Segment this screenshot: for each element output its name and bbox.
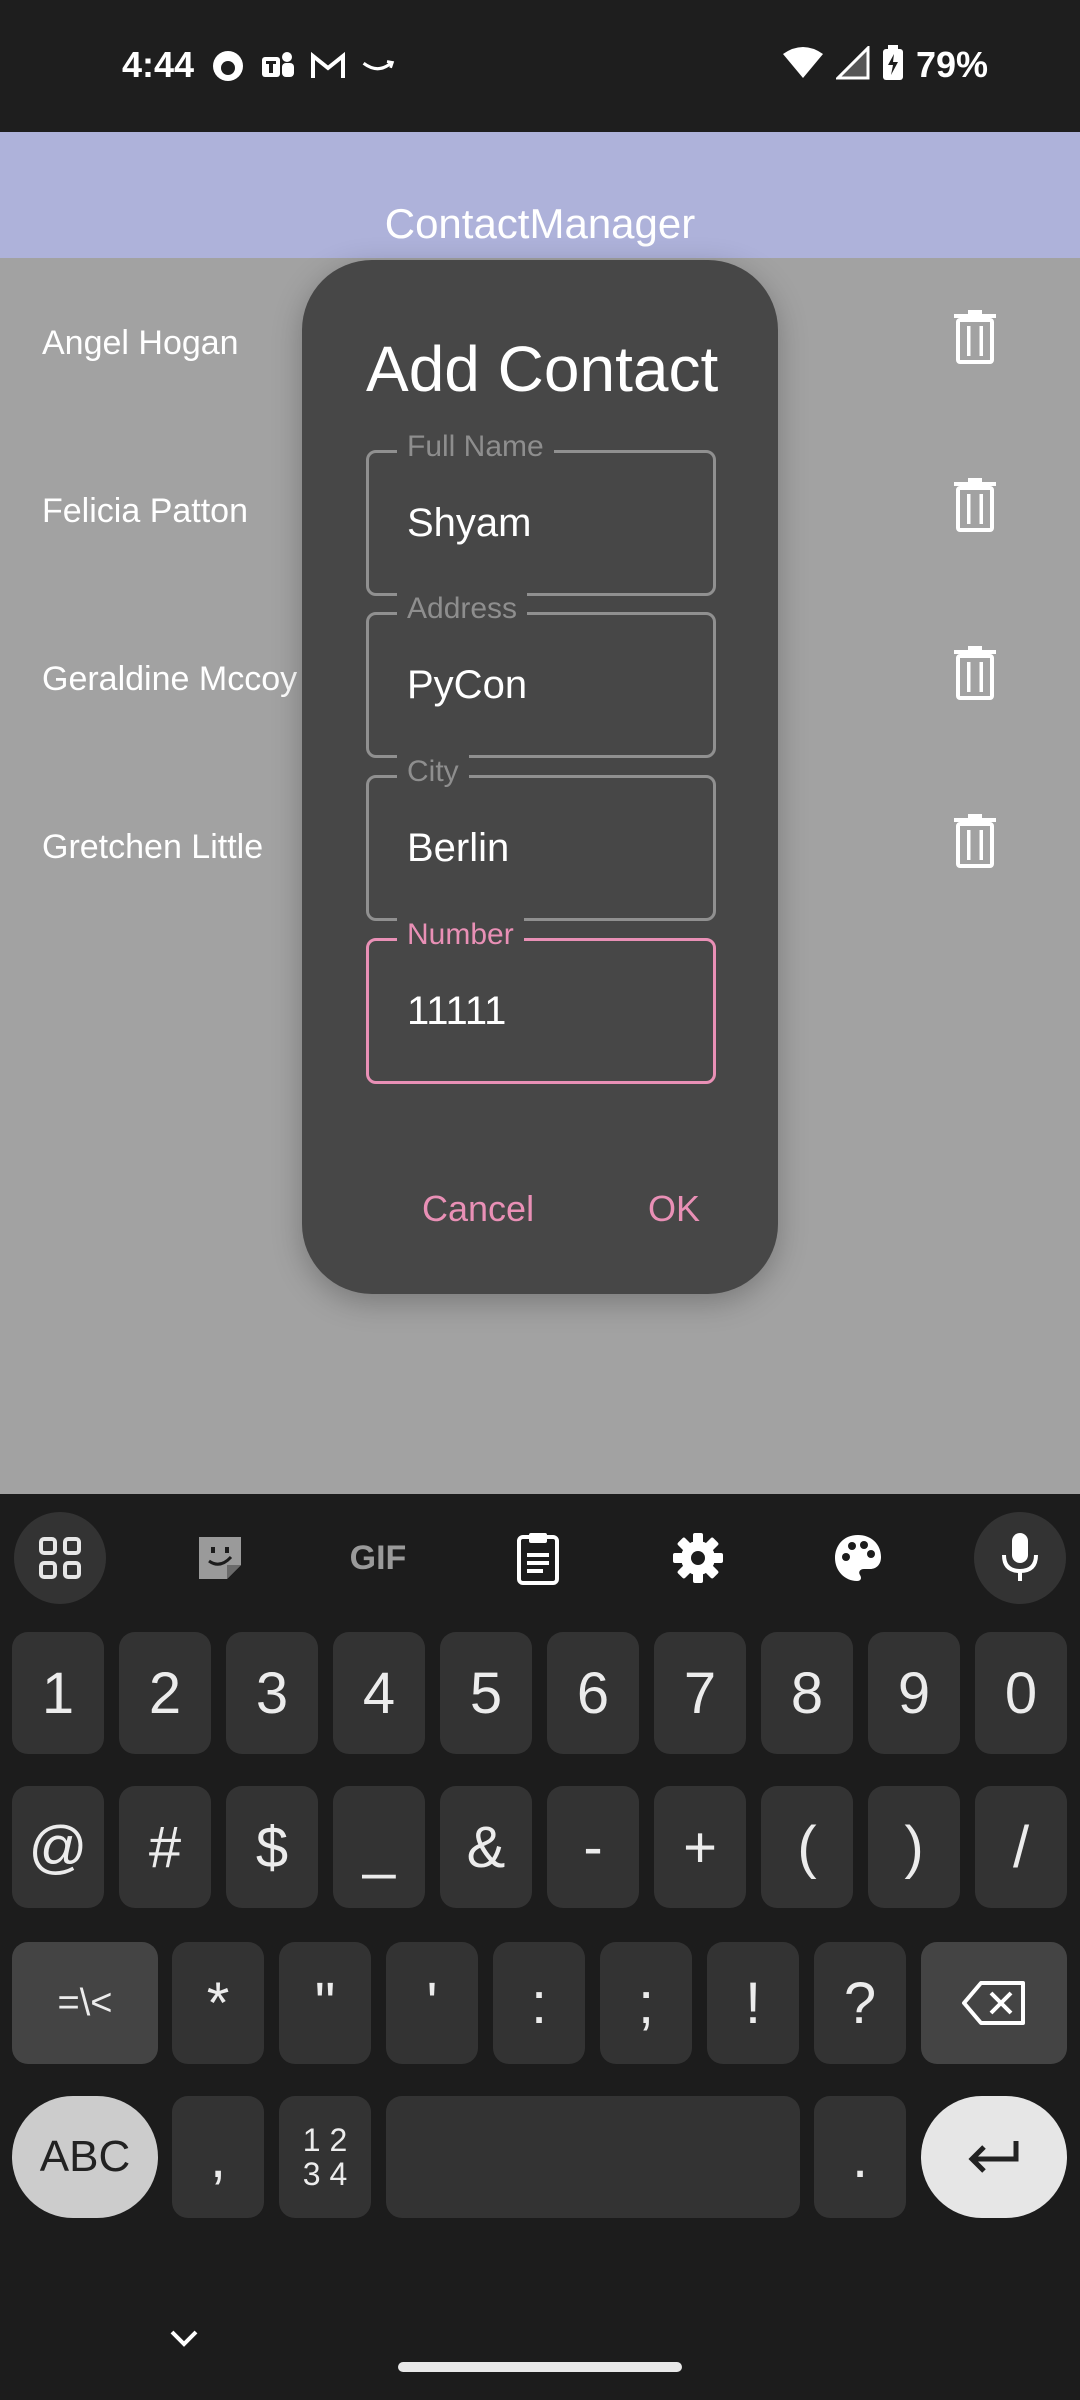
key-double-quote[interactable]: ": [279, 1942, 371, 2064]
full-name-value: Shyam: [407, 501, 532, 545]
gif-icon[interactable]: GIF: [332, 1512, 424, 1604]
key-minus[interactable]: -: [547, 1786, 639, 1908]
key-asterisk[interactable]: *: [172, 1942, 264, 2064]
app-title: ContactManager: [384, 200, 696, 247]
amazon-icon: [360, 48, 396, 84]
key-period[interactable]: .: [814, 2096, 906, 2218]
contact-name: Felicia Patton: [42, 492, 248, 530]
enter-key[interactable]: [921, 2096, 1067, 2218]
full-name-field[interactable]: Full Name Shyam: [366, 429, 716, 596]
cancel-button[interactable]: Cancel: [422, 1188, 534, 1230]
key-dollar[interactable]: $: [226, 1786, 318, 1908]
battery-charging-icon: [882, 44, 904, 86]
city-label: City: [397, 754, 469, 790]
key-ampersand[interactable]: &: [440, 1786, 532, 1908]
hide-keyboard-chevron-icon[interactable]: [164, 2326, 204, 2350]
home-indicator[interactable]: [398, 2362, 682, 2372]
contact-name: Gretchen Little: [42, 828, 264, 866]
microphone-icon[interactable]: [974, 1512, 1066, 1604]
palette-icon[interactable]: [812, 1512, 904, 1604]
city-field[interactable]: City Berlin: [366, 754, 716, 921]
key-semicolon[interactable]: ;: [600, 1942, 692, 2064]
key-slash[interactable]: /: [975, 1786, 1067, 1908]
ok-button[interactable]: OK: [648, 1188, 700, 1230]
address-label: Address: [397, 591, 528, 627]
soft-keyboard: GIF 1 2 3 4 5 6 7 8 9 0 @ # $ _ & - + ( …: [0, 1494, 1080, 2400]
trash-icon[interactable]: [952, 814, 998, 868]
key-5[interactable]: 5: [440, 1632, 532, 1754]
signal-icon: [834, 43, 870, 85]
contact-name: Angel Hogan: [42, 324, 239, 362]
trash-icon[interactable]: [952, 646, 998, 700]
clipboard-icon[interactable]: [492, 1512, 584, 1604]
dialog-title: Add Contact: [366, 333, 719, 405]
key-colon[interactable]: :: [493, 1942, 585, 2064]
key-0[interactable]: 0: [975, 1632, 1067, 1754]
key-single-quote[interactable]: ': [386, 1942, 478, 2064]
number-field[interactable]: Number 11111: [366, 917, 716, 1084]
key-at[interactable]: @: [12, 1786, 104, 1908]
numpad-label-bottom: 3 4: [302, 2156, 348, 2192]
status-bar: 4:44 79%: [0, 0, 1080, 132]
address-value: PyCon: [407, 663, 528, 707]
settings-gear-icon[interactable]: [652, 1512, 744, 1604]
city-value: Berlin: [407, 826, 510, 870]
sticker-icon[interactable]: [174, 1512, 266, 1604]
key-plus[interactable]: +: [654, 1786, 746, 1908]
teams-icon: [260, 48, 296, 84]
app-bar: ContactManager: [0, 132, 1080, 258]
address-field[interactable]: Address PyCon: [366, 591, 716, 758]
wifi-icon: [782, 46, 824, 85]
key-exclamation[interactable]: !: [707, 1942, 799, 2064]
status-time: 4:44: [122, 44, 195, 85]
key-1[interactable]: 1: [12, 1632, 104, 1754]
numpad-label-top: 1 2: [302, 2122, 348, 2158]
apps-grid-icon[interactable]: [14, 1512, 106, 1604]
abc-key[interactable]: ABC: [12, 2096, 158, 2218]
key-2[interactable]: 2: [119, 1632, 211, 1754]
number-label: Number: [397, 917, 524, 953]
battery-percent: 79%: [915, 44, 988, 85]
trash-icon[interactable]: [952, 310, 998, 364]
github-icon: [210, 48, 246, 84]
key-8[interactable]: 8: [761, 1632, 853, 1754]
key-3[interactable]: 3: [226, 1632, 318, 1754]
key-close-paren[interactable]: ): [868, 1786, 960, 1908]
key-7[interactable]: 7: [654, 1632, 746, 1754]
contact-name: Geraldine Mccoy: [42, 660, 298, 698]
backspace-key[interactable]: [921, 1942, 1067, 2064]
key-4[interactable]: 4: [333, 1632, 425, 1754]
system-icons: 79%: [782, 43, 988, 86]
space-key[interactable]: [386, 2096, 800, 2218]
key-6[interactable]: 6: [547, 1632, 639, 1754]
key-open-paren[interactable]: (: [761, 1786, 853, 1908]
full-name-label: Full Name: [397, 429, 554, 465]
key-question[interactable]: ?: [814, 1942, 906, 2064]
add-contact-dialog: Add Contact Full Name Shyam Address PyCo…: [302, 260, 778, 1294]
numpad-key[interactable]: 1 2 3 4: [279, 2096, 371, 2218]
notification-icons: [210, 48, 396, 84]
key-9[interactable]: 9: [868, 1632, 960, 1754]
trash-icon[interactable]: [952, 478, 998, 532]
number-value: 11111: [407, 989, 507, 1033]
key-hash[interactable]: #: [119, 1786, 211, 1908]
key-more-symbols[interactable]: =\<: [12, 1942, 158, 2064]
key-underscore[interactable]: _: [333, 1786, 425, 1908]
key-comma[interactable]: ,: [172, 2096, 264, 2218]
gmail-icon: [310, 48, 346, 84]
